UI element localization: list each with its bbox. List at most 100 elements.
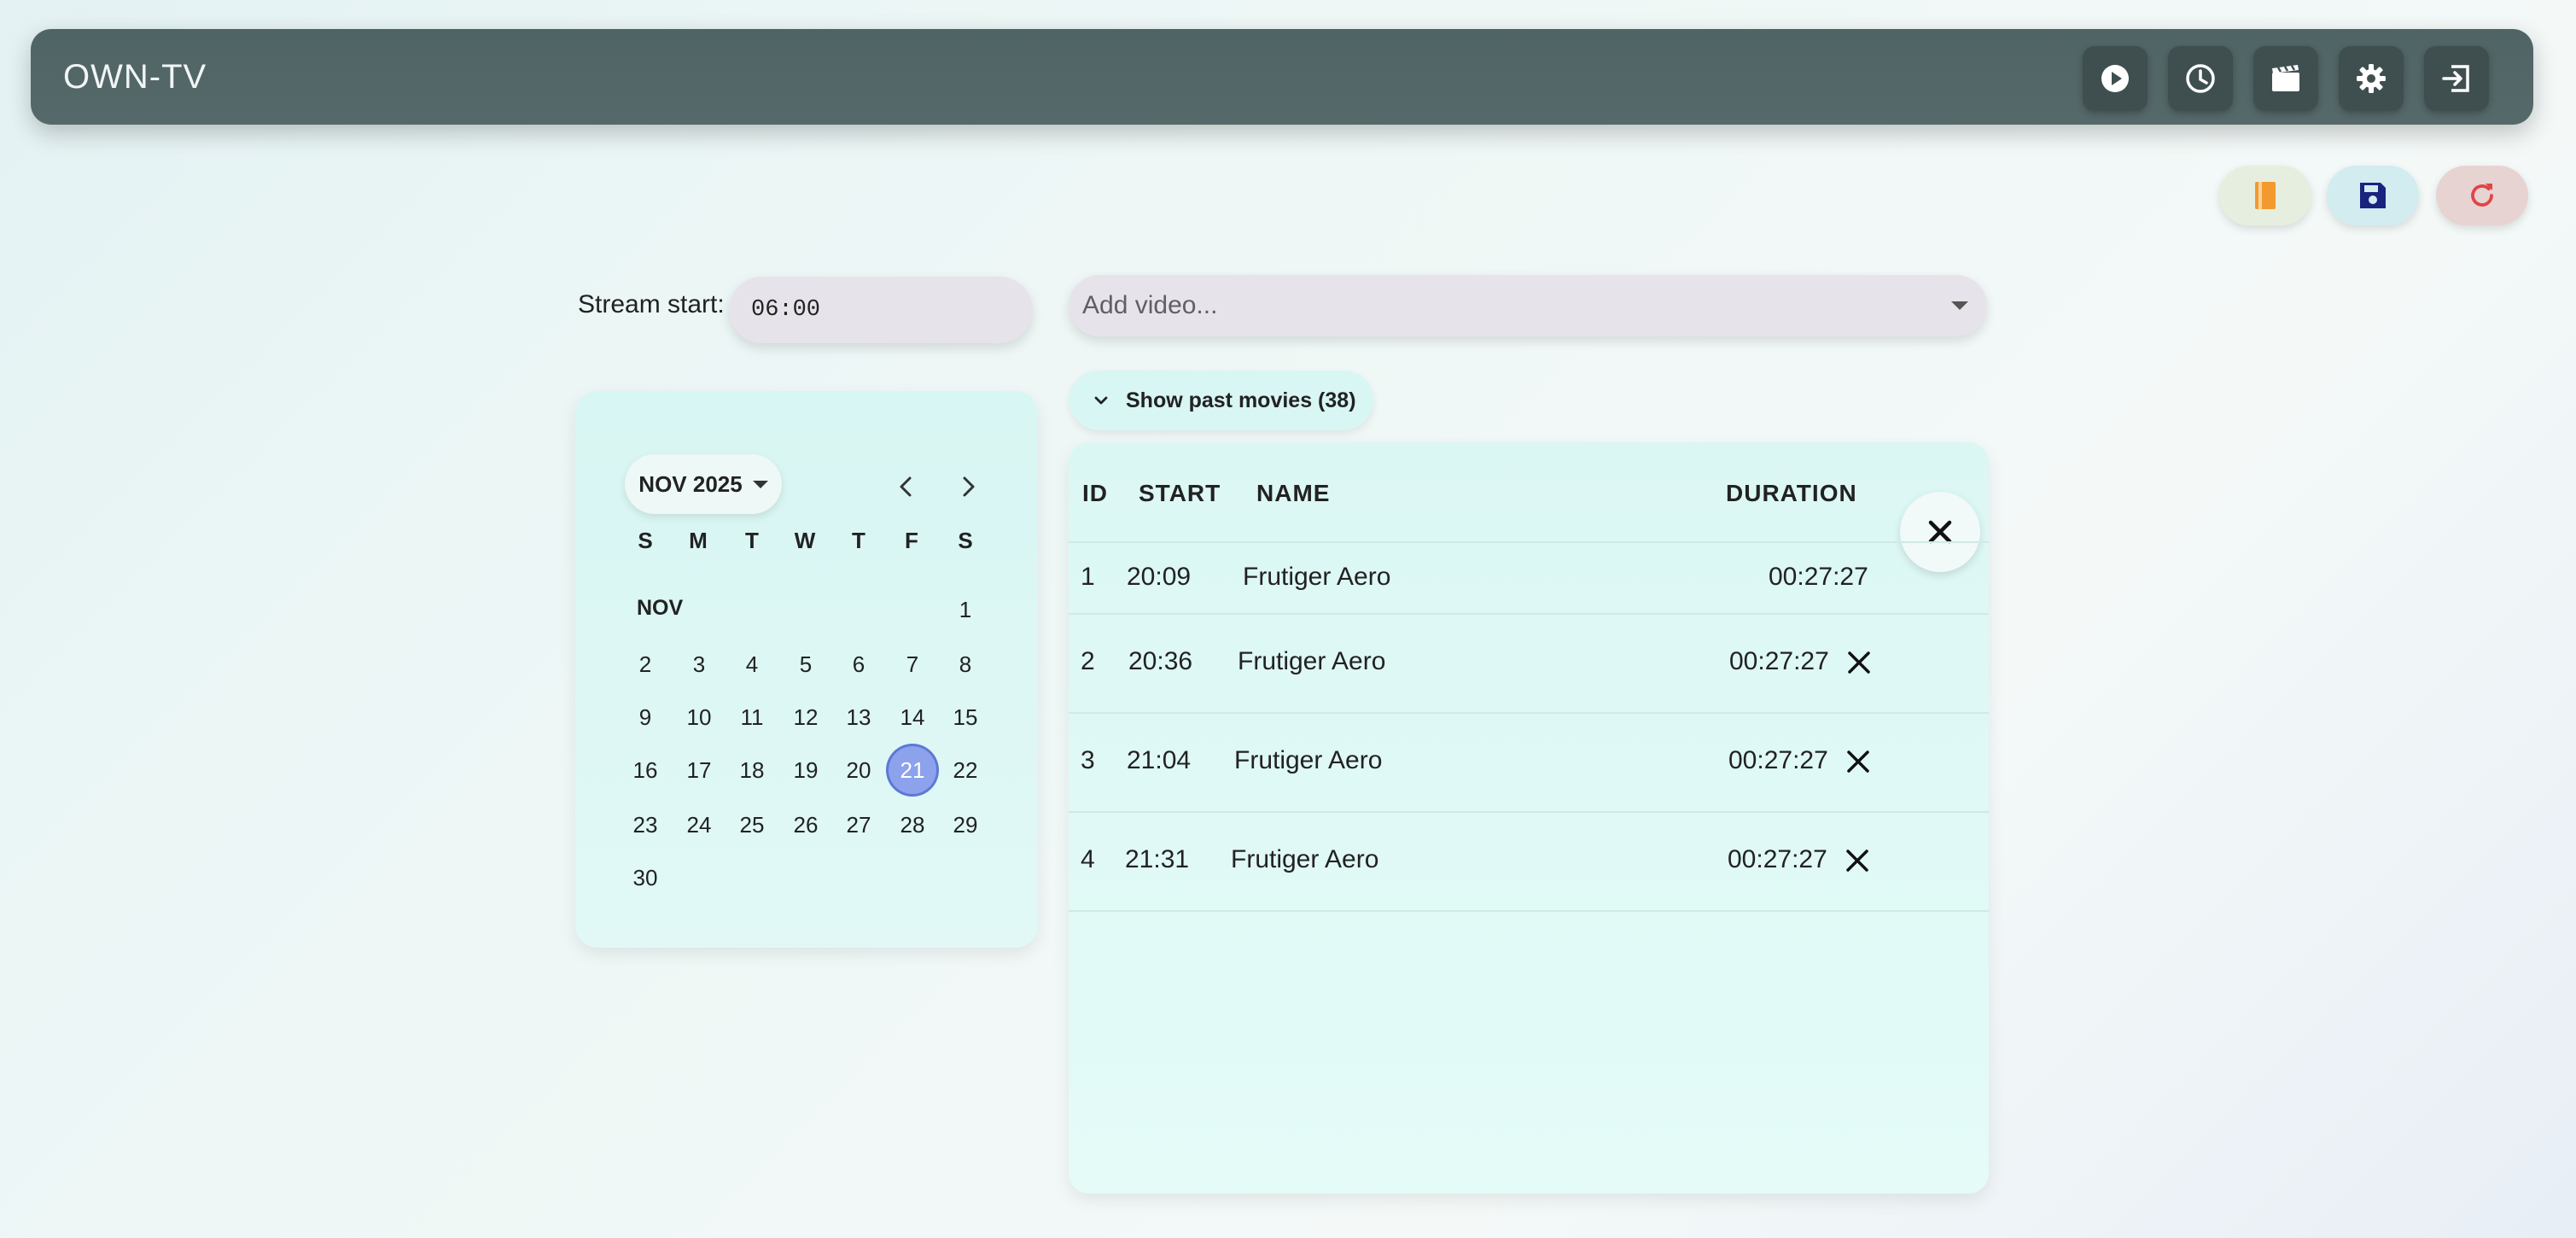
weekday-header: M <box>689 528 708 553</box>
calendar-day[interactable]: 22 <box>941 746 989 794</box>
column-header-duration: DURATION <box>1726 480 1857 506</box>
calendar-day[interactable]: 14 <box>889 693 936 741</box>
cell-duration: 00:27:27 <box>1728 746 1828 774</box>
stream-start-label: Stream start: <box>578 290 725 318</box>
top-bar: OWN-TV <box>31 29 2533 125</box>
calendar-day[interactable]: 17 <box>675 746 723 794</box>
chevron-down-icon <box>752 480 768 488</box>
movie-icon <box>2272 65 2299 91</box>
calendar-day[interactable]: 27 <box>835 801 883 849</box>
cell-name: Frutiger Aero <box>1243 563 1391 591</box>
play-button[interactable] <box>2083 46 2148 111</box>
calendar-day-selected[interactable]: 21 <box>889 746 936 794</box>
schedule-button[interactable] <box>2168 46 2233 111</box>
bookmark-icon <box>2255 182 2276 209</box>
cell-id: 3 <box>1081 746 1095 774</box>
logout-button[interactable] <box>2424 46 2489 111</box>
calendar-day[interactable]: 19 <box>782 746 830 794</box>
calendar-day[interactable]: 13 <box>835 693 883 741</box>
calendar-day[interactable]: 28 <box>889 801 936 849</box>
save-button[interactable] <box>2327 166 2419 225</box>
play-icon <box>2101 65 2129 92</box>
cell-start: 20:36 <box>1128 647 1193 675</box>
settings-button[interactable] <box>2339 46 2404 111</box>
calendar-day[interactable]: 3 <box>675 640 723 688</box>
calendar-day[interactable]: 1 <box>941 586 989 634</box>
cell-name: Frutiger Aero <box>1238 647 1386 675</box>
calendar-day[interactable]: 24 <box>675 801 723 849</box>
remove-row-button[interactable] <box>1841 745 1875 779</box>
weekday-header: F <box>905 528 918 553</box>
weekday-header: W <box>794 528 816 553</box>
calendar-day[interactable]: 16 <box>621 746 669 794</box>
calendar-day[interactable]: 15 <box>941 693 989 741</box>
calendar-day[interactable]: 30 <box>621 854 669 902</box>
dropdown-caret-icon <box>1951 301 1968 310</box>
movies-button[interactable] <box>2253 46 2318 111</box>
cell-name: Frutiger Aero <box>1234 746 1383 774</box>
weekday-header: S <box>638 528 653 553</box>
column-header-start: START <box>1139 480 1221 506</box>
cell-start: 20:09 <box>1127 563 1192 591</box>
calendar: NOV 2025 S M T W T F S NOV 1 2 3 4 5 6 7 8 9 10 11… <box>575 391 1038 948</box>
calendar-day[interactable]: 18 <box>728 746 776 794</box>
show-past-movies-button[interactable]: Show past movies (38) <box>1069 371 1373 430</box>
refresh-icon <box>2471 184 2493 207</box>
cell-duration: 00:27:27 <box>1769 563 1868 591</box>
row-divider <box>1069 712 1989 714</box>
row-divider <box>1069 910 1989 912</box>
calendar-day[interactable]: 7 <box>889 640 936 688</box>
cell-id: 1 <box>1081 563 1095 591</box>
schedule-table: ID START NAME DURATION 1 20:09 Frutiger Ae… <box>1069 442 1989 1194</box>
weekday-header: S <box>958 528 973 553</box>
column-header-id: ID <box>1082 480 1108 506</box>
logout-icon <box>2442 65 2469 92</box>
column-header-name: NAME <box>1256 480 1331 506</box>
row-divider <box>1069 613 1989 615</box>
calendar-day[interactable]: 6 <box>835 640 883 688</box>
chevron-down-icon <box>1094 396 1108 405</box>
calendar-day[interactable]: 2 <box>621 640 669 688</box>
calendar-day[interactable]: 10 <box>675 693 723 741</box>
refresh-button[interactable] <box>2436 166 2528 225</box>
month-year-label: NOV 2025 <box>638 470 743 497</box>
clear-schedule-button[interactable] <box>1900 492 1980 572</box>
row-divider <box>1069 811 1989 813</box>
bookmark-button[interactable] <box>2219 166 2311 225</box>
calendar-day[interactable]: 25 <box>728 801 776 849</box>
weekday-header: T <box>745 528 759 553</box>
cell-duration: 00:27:27 <box>1728 845 1827 873</box>
gear-icon <box>2357 64 2386 93</box>
cell-name: Frutiger Aero <box>1231 845 1379 873</box>
calendar-day[interactable]: 4 <box>728 640 776 688</box>
cell-id: 2 <box>1081 647 1095 675</box>
calendar-day[interactable]: 9 <box>621 693 669 741</box>
cell-start: 21:04 <box>1127 746 1192 774</box>
clock-icon <box>2186 64 2215 93</box>
calendar-day[interactable]: 29 <box>941 801 989 849</box>
calendar-day[interactable]: 20 <box>835 746 883 794</box>
previous-month-button[interactable] <box>889 470 924 504</box>
remove-row-button[interactable] <box>1840 844 1874 878</box>
calendar-day[interactable]: 5 <box>782 640 830 688</box>
add-video-placeholder: Add video... <box>1082 291 1218 319</box>
stream-start-time-input[interactable] <box>729 277 1033 343</box>
calendar-day[interactable]: 26 <box>782 801 830 849</box>
calendar-day[interactable]: 23 <box>621 801 669 849</box>
weekday-header: T <box>852 528 865 553</box>
cell-duration: 00:27:27 <box>1729 647 1829 675</box>
cell-start: 21:31 <box>1125 845 1190 873</box>
divider <box>1069 541 1989 543</box>
calendar-day[interactable]: 12 <box>782 693 830 741</box>
calendar-day[interactable]: 11 <box>728 693 776 741</box>
save-icon <box>2360 183 2386 208</box>
add-video-select[interactable]: Add video... <box>1069 275 1987 336</box>
month-year-selector[interactable]: NOV 2025 <box>625 454 782 514</box>
calendar-day[interactable]: 8 <box>941 640 989 688</box>
cell-id: 4 <box>1081 845 1095 873</box>
show-past-movies-label: Show past movies (38) <box>1126 388 1356 412</box>
remove-row-button[interactable] <box>1842 645 1876 680</box>
app-title: OWN-TV <box>63 58 207 96</box>
calendar-month-label: NOV <box>637 596 684 620</box>
next-month-button[interactable] <box>951 470 985 504</box>
